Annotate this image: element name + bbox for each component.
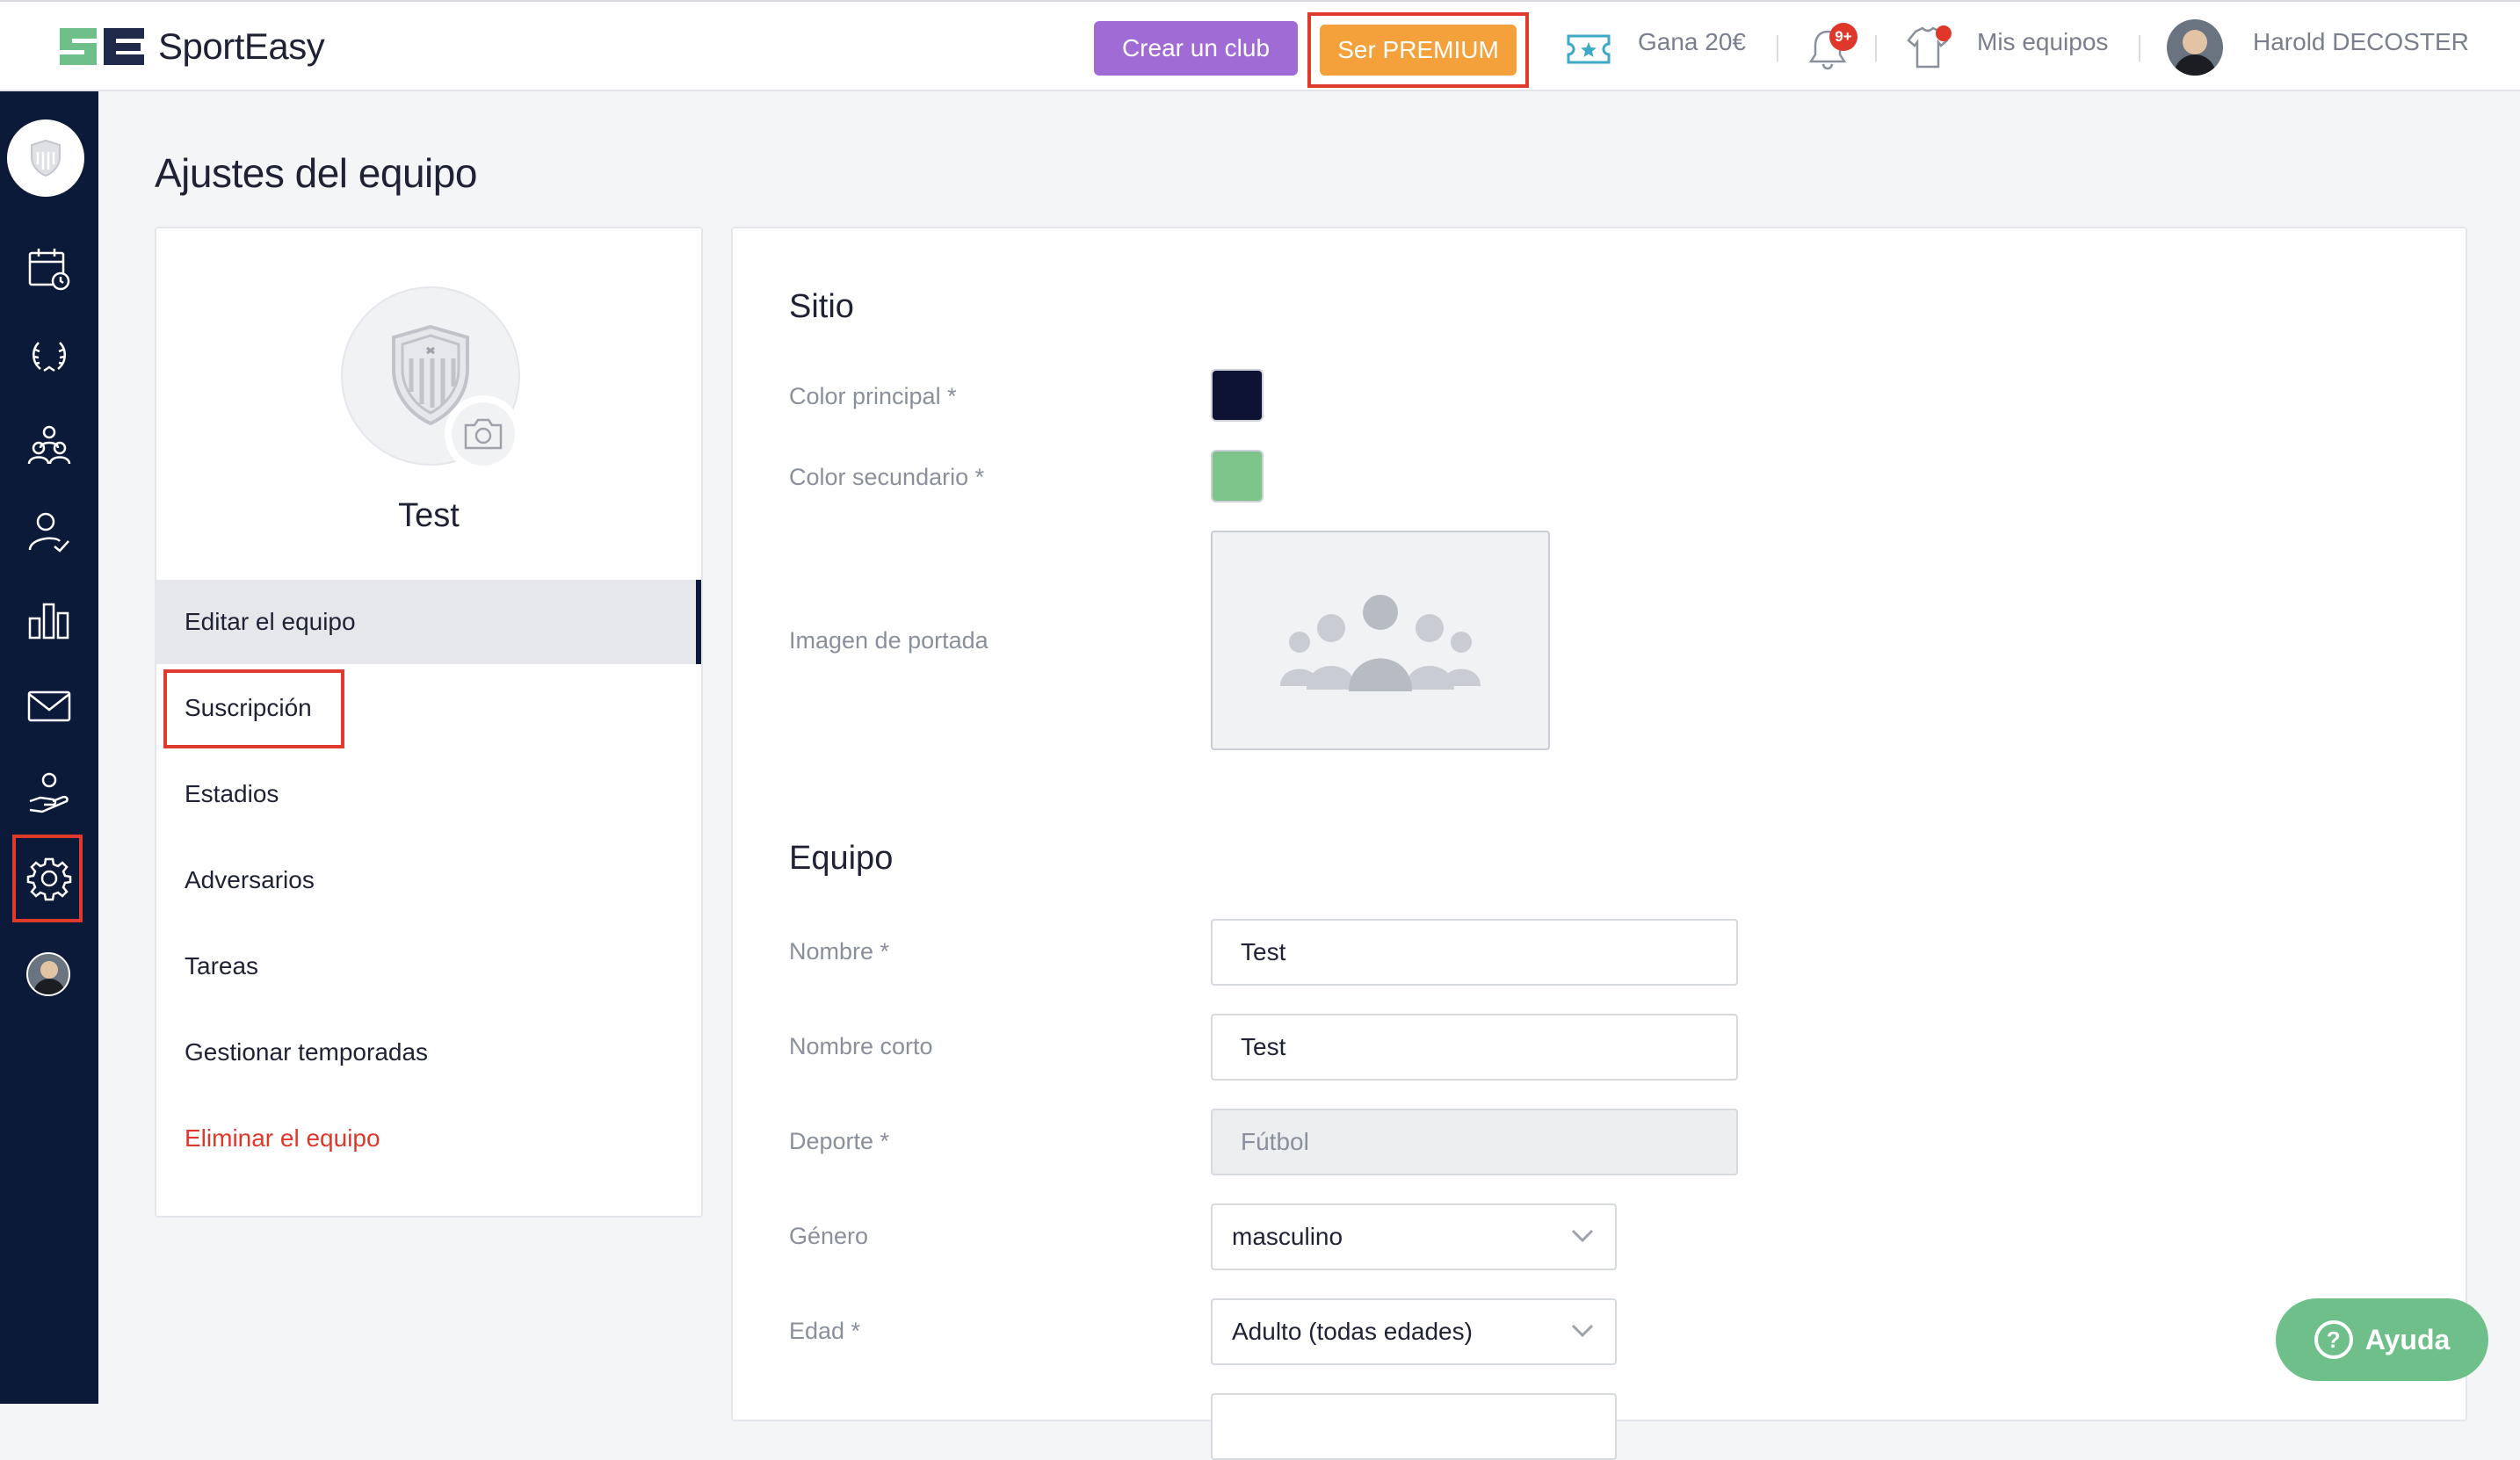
logo[interactable]: SportEasy (56, 25, 325, 69)
chevron-down-icon (1571, 1229, 1594, 1243)
menu-seasons[interactable]: Gestionar temporadas (156, 1010, 701, 1095)
sidebar-avatar[interactable] (26, 952, 70, 996)
age-value: Adulto (todas edades) (1232, 1318, 1473, 1345)
gender-select[interactable]: masculino (1211, 1203, 1617, 1270)
create-club-button[interactable]: Crear un club (1094, 21, 1298, 76)
settings-form: Sitio Color principal * Color secundario… (731, 227, 2467, 1460)
help-label: Ayuda (2364, 1323, 2451, 1355)
age-label: Edad * (789, 1318, 861, 1344)
camera-icon (464, 418, 503, 450)
short-name-input[interactable]: Test (1211, 1014, 1738, 1081)
group-icon[interactable] (19, 415, 79, 474)
premium-highlight: Ser PREMIUM (1307, 12, 1529, 88)
team-card: Test Editar el equipo Suscripción Estadi… (155, 227, 703, 1218)
jersey-icon[interactable] (1903, 25, 1952, 70)
primary-color-label: Color principal * (789, 383, 957, 409)
name-input[interactable]: Test (1211, 919, 1738, 986)
sport-label: Deporte * (789, 1128, 890, 1154)
brand-name: SportEasy (158, 25, 325, 67)
secondary-color-label: Color secundario * (789, 464, 985, 490)
earn-link[interactable]: Gana 20€ (1638, 28, 1746, 56)
ticket-icon[interactable] (1566, 33, 1611, 65)
sport-input: Fútbol (1211, 1109, 1738, 1175)
user-name[interactable]: Harold DECOSTER (2253, 28, 2469, 56)
menu-opponents[interactable]: Adversarios (156, 838, 701, 922)
settings-highlight (12, 835, 83, 922)
user-avatar[interactable] (2167, 19, 2223, 76)
divider (2139, 35, 2140, 61)
menu-edit-team[interactable]: Editar el equipo (156, 580, 701, 664)
divider (1777, 35, 1778, 61)
name-label: Nombre * (789, 938, 890, 965)
cover-image-upload[interactable] (1211, 531, 1550, 750)
team-section-title: Equipo (789, 840, 894, 877)
notifications[interactable]: 9+ (1808, 23, 1865, 72)
chevron-down-icon (1571, 1324, 1594, 1338)
upload-photo[interactable] (445, 395, 522, 473)
team-placeholder-icon (1280, 595, 1481, 691)
user-check-icon[interactable] (19, 502, 79, 562)
sporteasy-logo-icon (60, 28, 144, 65)
cover-image-label: Imagen de portada (789, 627, 988, 654)
menu-tasks[interactable]: Tareas (156, 924, 701, 1008)
primary-color-swatch[interactable] (1211, 369, 1264, 422)
my-teams-link[interactable]: Mis equipos (1977, 28, 2108, 56)
subscription-highlight (163, 669, 344, 748)
team-name: Test (398, 497, 460, 534)
next-select[interactable] (1211, 1393, 1617, 1460)
mail-icon[interactable] (19, 676, 79, 736)
team-badge[interactable] (7, 119, 84, 197)
page-title: Ajustes del equipo (155, 150, 477, 196)
sidebar (0, 91, 98, 1404)
premium-button[interactable]: Ser PREMIUM (1320, 25, 1517, 76)
age-select[interactable]: Adulto (todas edades) (1211, 1298, 1617, 1365)
helping-hand-icon[interactable] (19, 764, 79, 824)
menu-stadiums[interactable]: Estadios (156, 752, 701, 836)
notification-badge: 9+ (1829, 23, 1857, 51)
menu-delete-team[interactable]: Eliminar el equipo (156, 1096, 701, 1181)
gender-value: masculino (1232, 1223, 1343, 1250)
calendar-icon[interactable] (19, 239, 79, 299)
shield-icon (31, 139, 61, 177)
site-section-title: Sitio (789, 288, 854, 325)
top-bar: SportEasy Crear un club Ser PREMIUM Gana… (0, 0, 2520, 91)
secondary-color-swatch[interactable] (1211, 450, 1264, 502)
divider (1875, 35, 1877, 61)
laurel-icon[interactable] (19, 327, 79, 387)
gender-label: Género (789, 1223, 869, 1249)
short-name-label: Nombre corto (789, 1033, 933, 1059)
question-icon: ? (2314, 1320, 2353, 1359)
help-button[interactable]: ? Ayuda (2276, 1298, 2488, 1381)
stats-icon[interactable] (19, 590, 79, 650)
